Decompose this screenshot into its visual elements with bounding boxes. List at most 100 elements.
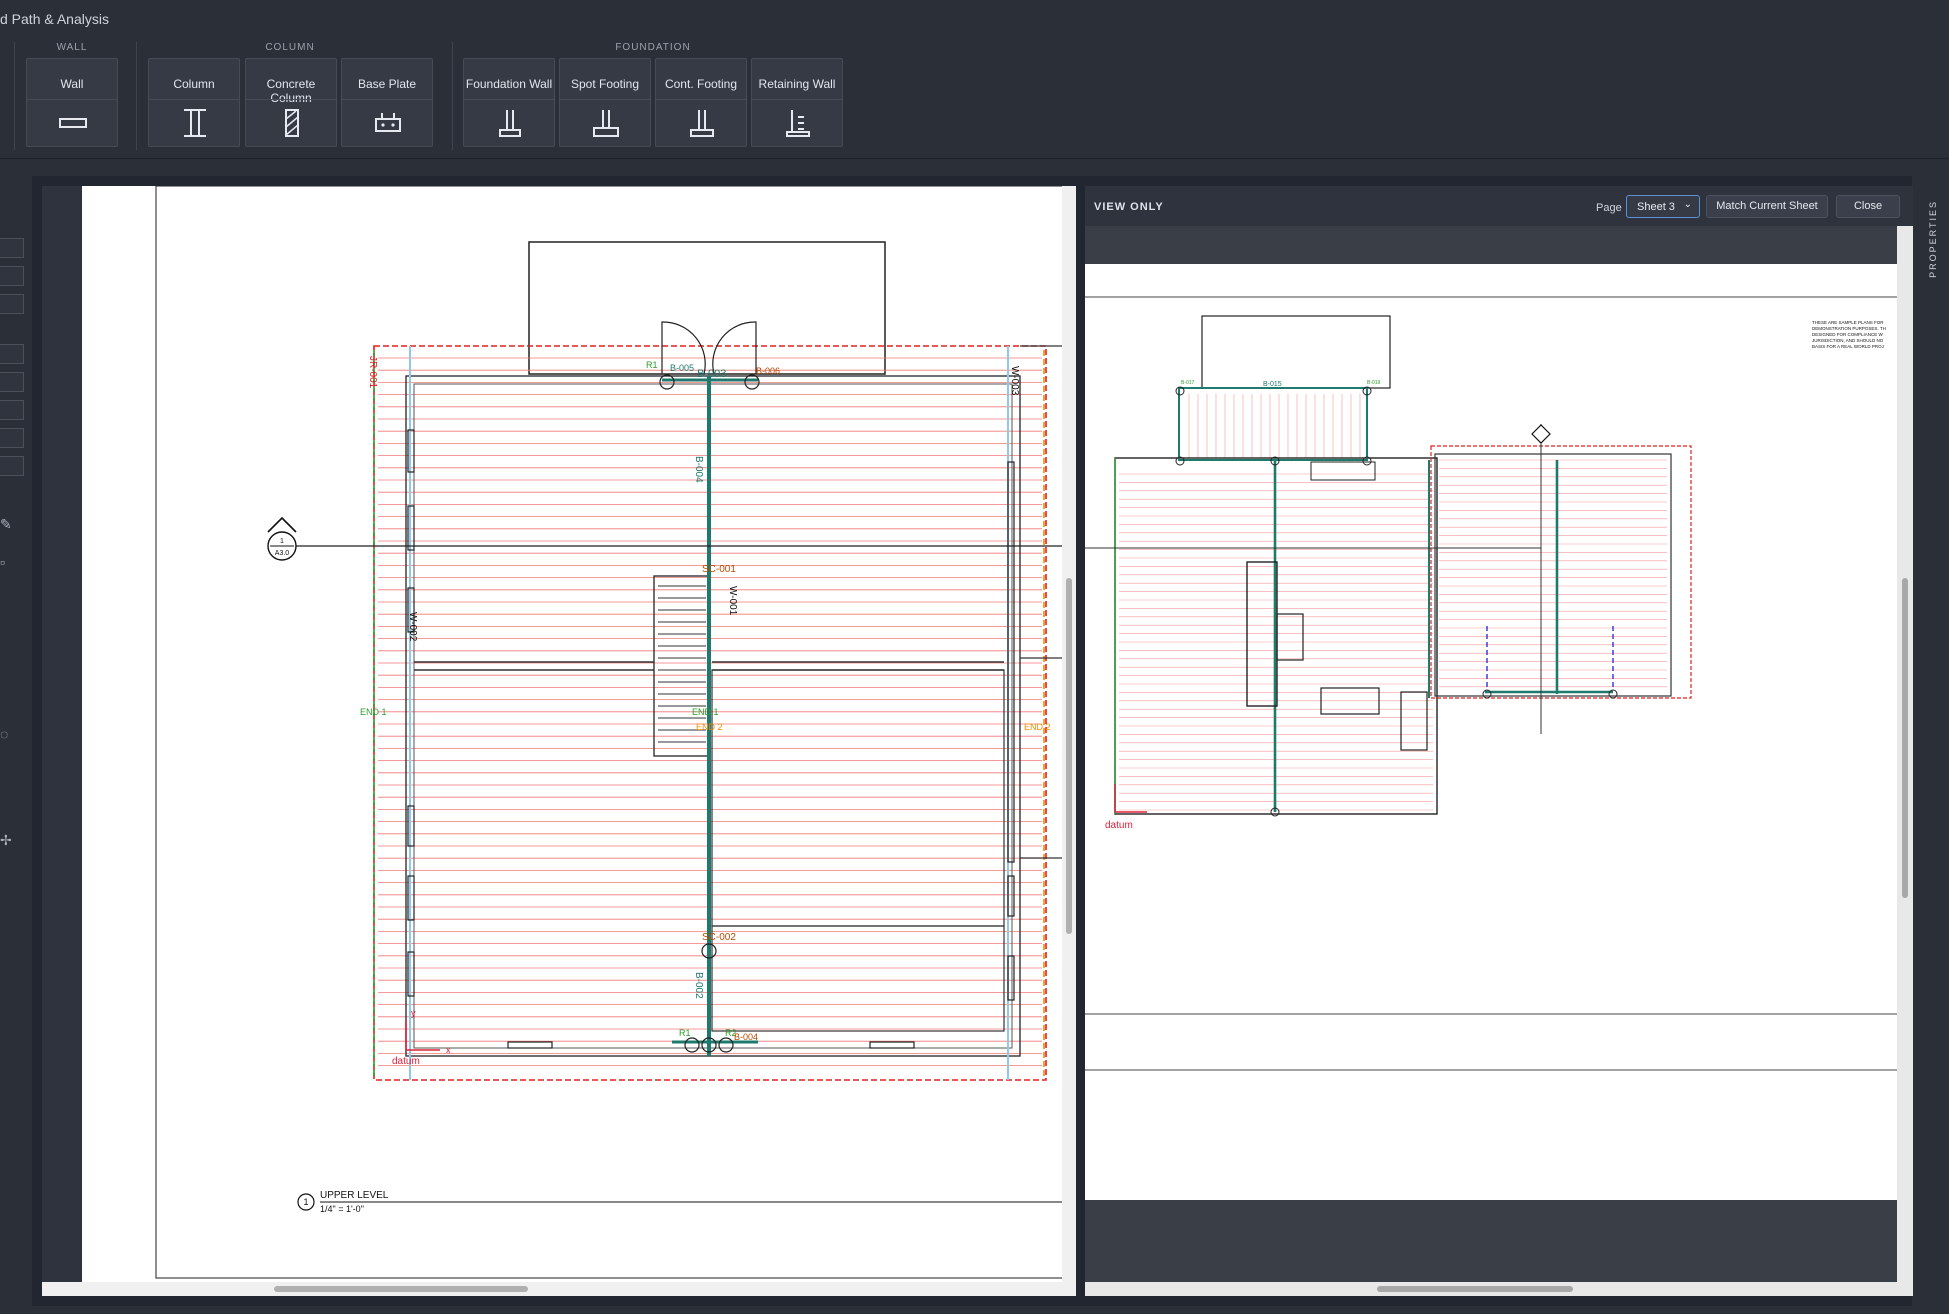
beam-label: B-017 bbox=[1181, 380, 1195, 386]
beam-label: B-006 bbox=[756, 366, 780, 376]
upper-level-plan[interactable]: 1 A3.0 x y datum JR-001 B-005 B-003 B-00… bbox=[42, 186, 1076, 1296]
sheet-3-plan: THESE ARE SAMPLE PLANS FOR DEMONSTRATION… bbox=[1085, 296, 1897, 1071]
scroll-thumb[interactable] bbox=[1377, 1286, 1573, 1292]
group-label-wall: WALL bbox=[56, 42, 88, 53]
column-icon bbox=[184, 109, 206, 137]
support-column-label: SC-002 bbox=[702, 932, 736, 943]
app-title: d Path & Analysis bbox=[0, 11, 109, 27]
page-label: Page bbox=[1596, 202, 1622, 214]
concrete-column-icon bbox=[285, 109, 299, 137]
joist-run-label: JR-001 bbox=[367, 356, 378, 389]
tool-label: Wall bbox=[60, 77, 84, 91]
strip-button[interactable] bbox=[0, 238, 24, 258]
beam-label: B-005 bbox=[670, 363, 694, 373]
ribbon-separator bbox=[14, 42, 15, 150]
scroll-thumb[interactable] bbox=[1066, 578, 1072, 934]
plan-note: DESIGNED FOR COMPLIANCE W bbox=[1812, 332, 1884, 337]
square-icon[interactable]: ▫ bbox=[0, 554, 5, 570]
horizontal-scrollbar[interactable] bbox=[1085, 1282, 1913, 1296]
left-tool-strip: ✎ ▫ ◌ ✢ bbox=[0, 176, 32, 1314]
view-only-label: VIEW ONLY bbox=[1094, 201, 1164, 213]
wall-label: W-003 bbox=[1009, 366, 1020, 396]
wall-icon bbox=[59, 118, 87, 128]
foundation-wall-icon bbox=[499, 110, 521, 137]
end-bearing-label: END 1 bbox=[360, 707, 387, 717]
section-sheet-ref: A3.0 bbox=[275, 550, 290, 557]
match-current-sheet-button[interactable]: Match Current Sheet bbox=[1706, 195, 1828, 218]
beam-label: B-004 bbox=[693, 456, 704, 483]
tool-label: Column bbox=[173, 77, 215, 91]
datum-axis-y: y bbox=[411, 1008, 416, 1018]
retaining-wall-tool-button[interactable]: Retaining Wall bbox=[751, 58, 843, 147]
tool-label: Retaining Wall bbox=[758, 77, 836, 91]
horizontal-scrollbar[interactable] bbox=[42, 1282, 1076, 1296]
cont-footing-icon bbox=[690, 110, 714, 137]
view-only-header: VIEW ONLY Page Sheet 3 ⌄ Match Current S… bbox=[1085, 186, 1913, 226]
tool-label: Concrete Column bbox=[266, 77, 316, 105]
tool-label: Foundation Wall bbox=[465, 77, 553, 91]
concrete-column-tool-button[interactable]: Concrete Column bbox=[245, 58, 337, 147]
strip-button[interactable] bbox=[0, 400, 24, 420]
plan-note: BASIS FOR A REAL WORLD PROJ bbox=[1812, 344, 1884, 349]
ribbon-toolbar: WALL COLUMN FOUNDATION Wall Column Concr… bbox=[0, 36, 1949, 159]
stair-treads bbox=[658, 585, 706, 743]
scroll-thumb[interactable] bbox=[274, 1286, 528, 1292]
group-label-column: COLUMN bbox=[265, 42, 315, 53]
close-button[interactable]: Close bbox=[1836, 195, 1900, 218]
group-label-foundation: FOUNDATION bbox=[615, 42, 691, 53]
scroll-thumb[interactable] bbox=[1902, 578, 1908, 898]
section-number: 1 bbox=[280, 538, 284, 545]
vertical-scrollbar[interactable] bbox=[1897, 226, 1913, 1282]
wall-label: W-002 bbox=[407, 612, 418, 642]
datum-label: datum bbox=[392, 1056, 420, 1067]
lasso-icon[interactable]: ◌ bbox=[0, 726, 8, 742]
sheet-select[interactable]: Sheet 3 ⌄ bbox=[1626, 195, 1700, 218]
column-tool-button[interactable]: Column bbox=[148, 58, 240, 147]
strip-button[interactable] bbox=[0, 344, 24, 364]
base-plate-tool-button[interactable]: Base Plate bbox=[341, 58, 433, 147]
beam-label: B-003 bbox=[697, 368, 726, 380]
end-bearing-label: END 1 bbox=[692, 707, 719, 717]
tool-label: Cont. Footing bbox=[664, 77, 738, 91]
retaining-wall-icon bbox=[786, 110, 810, 137]
properties-panel-tab[interactable]: PROPERTIES bbox=[1920, 186, 1949, 1296]
datum-axis-x: x bbox=[446, 1045, 451, 1055]
move-icon[interactable]: ✢ bbox=[0, 832, 12, 849]
strip-button[interactable] bbox=[0, 456, 24, 476]
cont-footing-tool-button[interactable]: Cont. Footing bbox=[655, 58, 747, 147]
sheet-select-value: Sheet 3 bbox=[1637, 201, 1675, 213]
bearing-label: R1 bbox=[646, 360, 658, 370]
level-title: UPPER LEVEL bbox=[320, 1190, 389, 1201]
end-bearing-label: END 2 bbox=[1024, 722, 1051, 732]
strip-button[interactable] bbox=[0, 266, 24, 286]
main-drawing-view[interactable]: 1 A3.0 x y datum JR-001 B-005 B-003 B-00… bbox=[42, 186, 1076, 1296]
plan-note: JURISDICTION, AND SHOULD NO bbox=[1812, 338, 1884, 343]
beam-label: B-015 bbox=[1263, 381, 1282, 388]
level-scale: 1/4" = 1'-0" bbox=[320, 1204, 364, 1214]
datum-label: datum bbox=[1105, 820, 1133, 831]
properties-label: PROPERTIES bbox=[1928, 200, 1938, 278]
view-only-panel[interactable]: VIEW ONLY Page Sheet 3 ⌄ Match Current S… bbox=[1085, 186, 1913, 1296]
plan-note: THESE ARE SAMPLE PLANS FOR bbox=[1812, 320, 1884, 325]
joist-lines bbox=[1119, 394, 1667, 811]
ribbon-separator bbox=[452, 42, 453, 150]
level-number: 1 bbox=[303, 1197, 308, 1207]
vertical-scrollbar[interactable] bbox=[1062, 186, 1076, 1282]
strip-button[interactable] bbox=[0, 372, 24, 392]
end-bearing-label: END 2 bbox=[696, 722, 723, 732]
foundation-wall-tool-button[interactable]: Foundation Wall bbox=[463, 58, 555, 147]
beam-label: B-019 bbox=[1367, 380, 1381, 386]
wall-tool-button[interactable]: Wall bbox=[26, 58, 118, 147]
ribbon-separator bbox=[136, 42, 137, 150]
pencil-icon[interactable]: ✎ bbox=[0, 516, 12, 533]
spot-footing-tool-button[interactable]: Spot Footing bbox=[559, 58, 651, 147]
bearing-label: R1 bbox=[679, 1028, 691, 1038]
sheet-bottom-margin bbox=[1085, 1200, 1897, 1282]
beam-label: B-002 bbox=[693, 972, 704, 999]
title-bar: d Path & Analysis bbox=[0, 0, 1949, 36]
strip-button[interactable] bbox=[0, 428, 24, 448]
strip-button[interactable] bbox=[0, 294, 24, 314]
tool-label: Spot Footing bbox=[570, 77, 640, 91]
base-plate-icon bbox=[375, 113, 401, 132]
chevron-down-icon: ⌄ bbox=[1683, 199, 1692, 210]
